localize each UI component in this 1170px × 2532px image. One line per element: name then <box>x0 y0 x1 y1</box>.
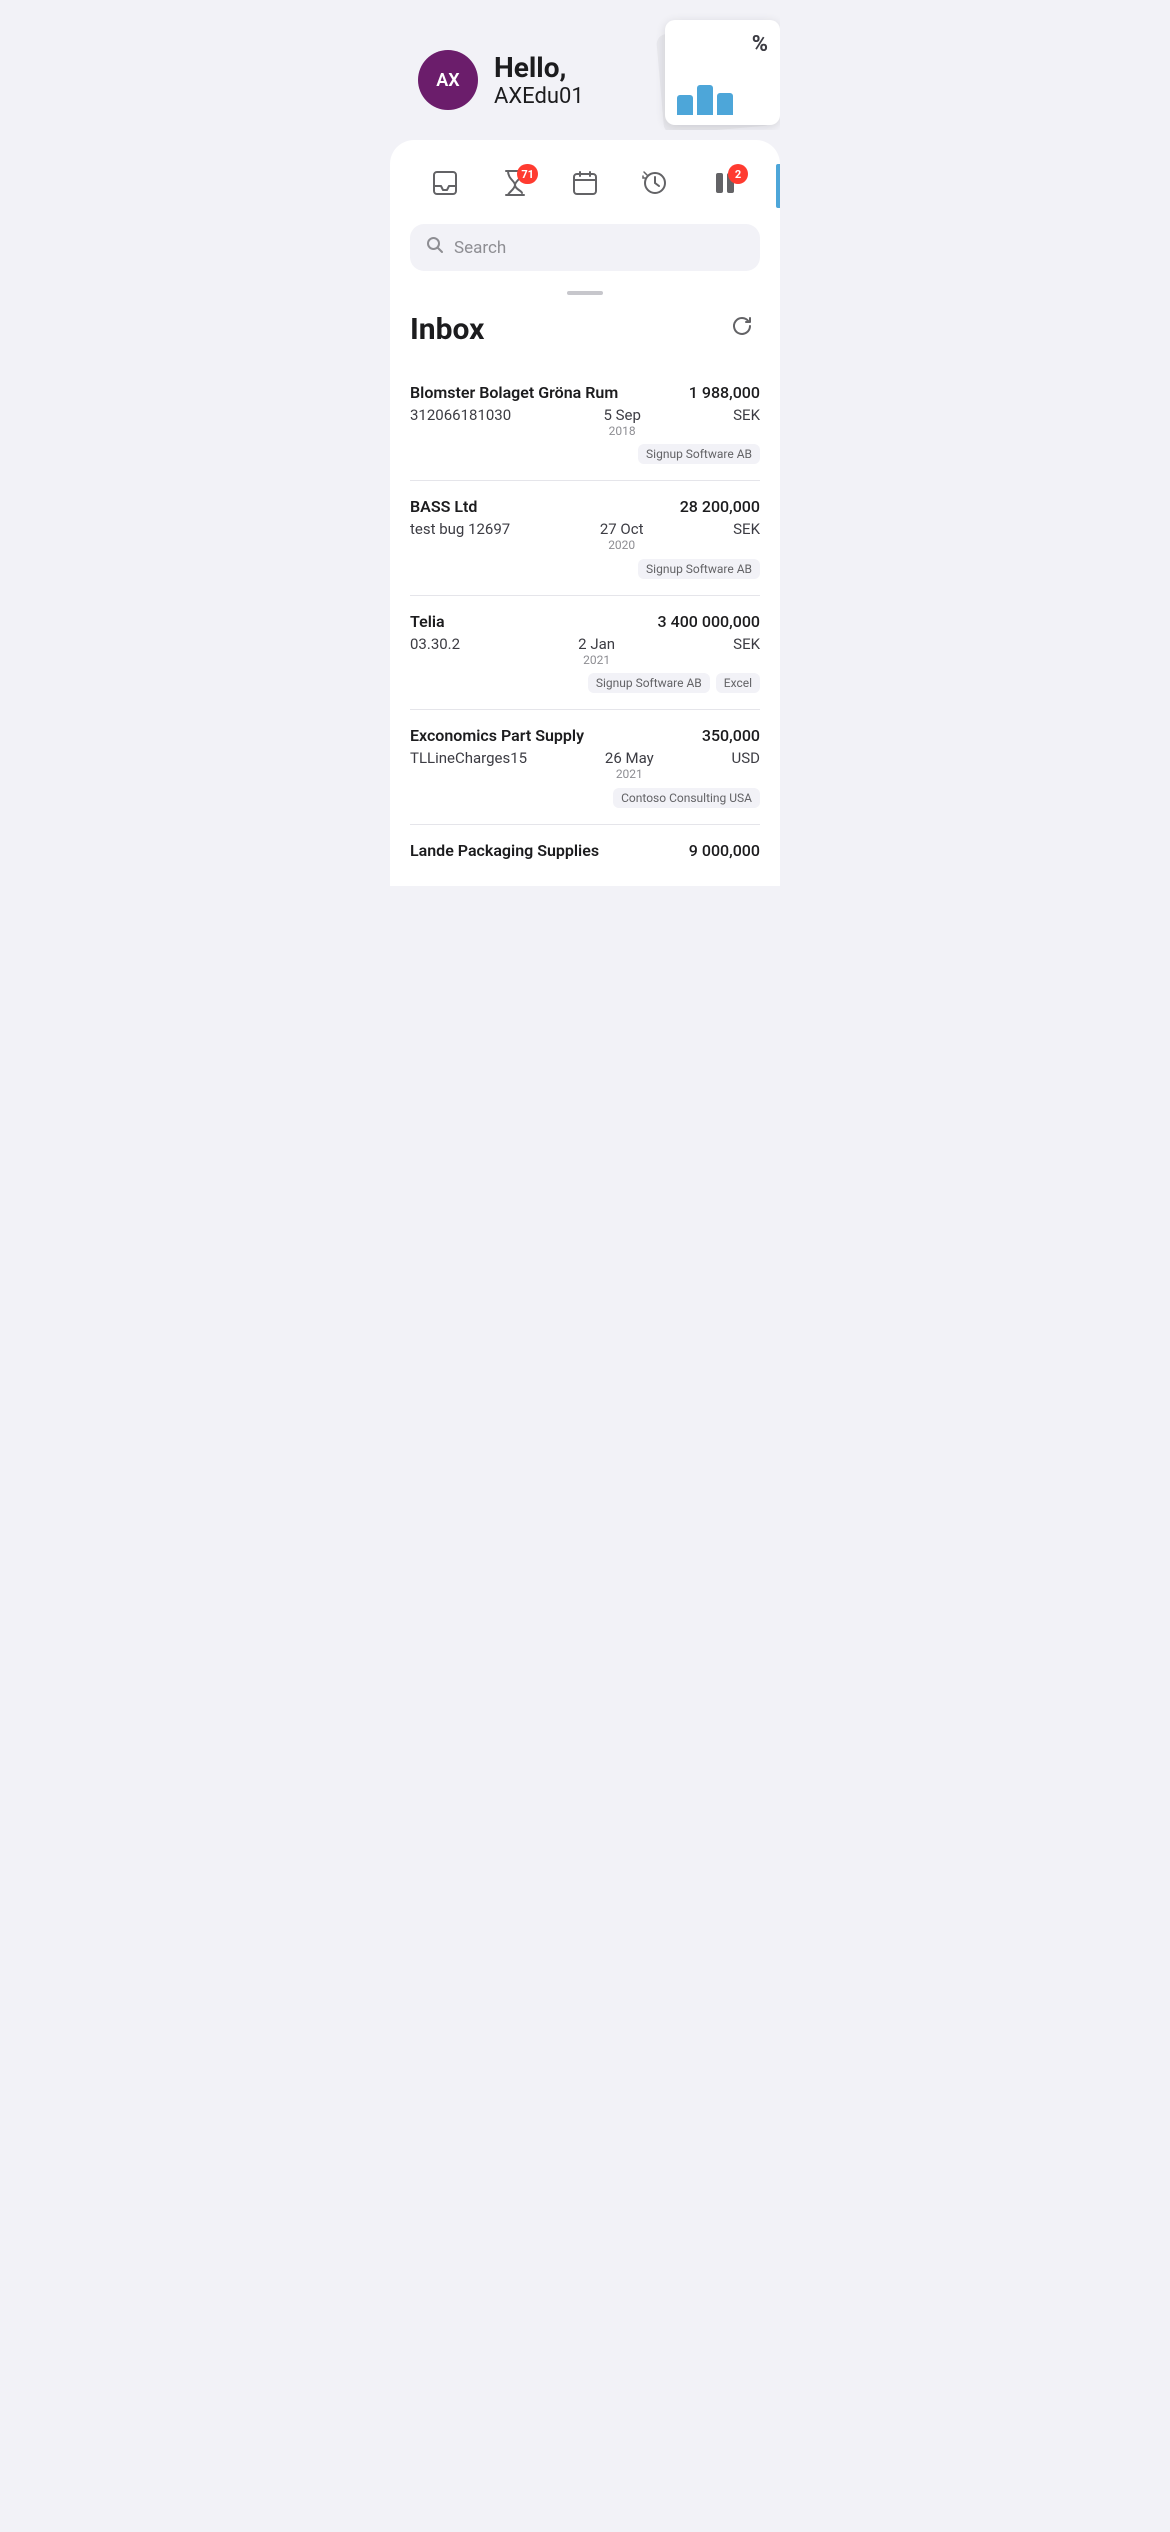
invoice-company: Exconomics Part Supply <box>410 726 702 745</box>
invoice-ref: TLLineCharges15 <box>410 749 527 767</box>
header-illustration: % <box>620 20 780 130</box>
greeting-block: Hello, AXEdu01 <box>494 51 584 110</box>
history-icon <box>642 170 668 203</box>
pending-badge: 71 <box>517 164 538 184</box>
tab-history[interactable] <box>630 164 680 208</box>
invoice-currency: SEK <box>733 406 760 424</box>
inbox-icon <box>431 169 459 204</box>
content-area: Inbox Blomster Bolaget Gröna Rum 1 988,0… <box>390 311 780 886</box>
invoice-amount: 9 000,000 <box>689 841 760 860</box>
avatar: AX <box>418 50 478 110</box>
invoice-row-1: Telia 3 400 000,000 <box>410 612 760 631</box>
invoice-company: Blomster Bolaget Gröna Rum <box>410 383 689 402</box>
doc-bar-2 <box>697 85 713 115</box>
invoice-date-block: 26 May 2021 <box>605 749 654 781</box>
invoice-item[interactable]: BASS Ltd 28 200,000 test bug 12697 27 Oc… <box>410 481 760 595</box>
invoice-item[interactable]: Exconomics Part Supply 350,000 TLLineCha… <box>410 710 760 824</box>
invoice-amount: 1 988,000 <box>689 383 760 402</box>
invoice-item[interactable]: Lande Packaging Supplies 9 000,000 <box>410 825 760 886</box>
invoice-amount: 28 200,000 <box>680 497 760 516</box>
doc-stack: % <box>620 20 780 130</box>
bottom-sheet: 71 <box>390 140 780 886</box>
doc-bar-3 <box>717 93 733 115</box>
invoice-item[interactable]: Telia 3 400 000,000 03.30.2 2 Jan 2021 S… <box>410 596 760 710</box>
doc-percent-label: % <box>677 32 768 57</box>
tab-pending[interactable]: 71 <box>490 164 540 208</box>
header: AX Hello, AXEdu01 % <box>390 0 780 130</box>
doc-bar-1 <box>677 95 693 115</box>
invoice-row-1: Lande Packaging Supplies 9 000,000 <box>410 841 760 860</box>
invoice-year: 2020 <box>608 538 635 552</box>
invoice-company: Telia <box>410 612 658 631</box>
invoice-year: 2021 <box>616 767 643 781</box>
invoice-amount: 3 400 000,000 <box>658 612 760 631</box>
invoice-row-1: BASS Ltd 28 200,000 <box>410 497 760 516</box>
tab-calendar[interactable] <box>560 164 610 208</box>
invoice-row-1: Exconomics Part Supply 350,000 <box>410 726 760 745</box>
greeting-name: AXEdu01 <box>494 84 584 109</box>
invoice-year: 2021 <box>583 653 610 667</box>
invoice-tags: Signup Software AB Excel <box>410 673 760 693</box>
invoice-row-2: test bug 12697 27 Oct 2020 SEK <box>410 520 760 552</box>
invoice-date-block: 5 Sep 2018 <box>603 406 640 438</box>
invoice-tag: Signup Software AB <box>638 444 760 464</box>
invoice-date: 26 May <box>605 749 654 767</box>
tab-bar: 71 <box>390 156 780 224</box>
refresh-button[interactable] <box>724 311 760 347</box>
search-icon <box>426 236 444 259</box>
invoice-currency: SEK <box>733 520 760 538</box>
invoice-tags: Signup Software AB <box>410 444 760 464</box>
invoice-list: Blomster Bolaget Gröna Rum 1 988,000 312… <box>410 367 760 886</box>
invoice-row-1: Blomster Bolaget Gröna Rum 1 988,000 <box>410 383 760 402</box>
search-container: Search <box>390 224 780 291</box>
invoice-date-block: 2 Jan 2021 <box>578 635 615 667</box>
invoice-item[interactable]: Blomster Bolaget Gröna Rum 1 988,000 312… <box>410 367 760 481</box>
inbox-header: Inbox <box>410 311 760 347</box>
invoice-tag: Signup Software AB <box>588 673 710 693</box>
pause-badge: 2 <box>728 164 748 184</box>
invoice-row-2: 312066181030 5 Sep 2018 SEK <box>410 406 760 438</box>
greeting-hello: Hello, <box>494 51 584 85</box>
invoice-date-block: 27 Oct 2020 <box>600 520 644 552</box>
doc-front: % <box>665 20 780 125</box>
invoice-year: 2018 <box>609 424 636 438</box>
invoice-currency: SEK <box>733 635 760 653</box>
tab-bar-indicator <box>776 164 780 208</box>
invoice-ref: test bug 12697 <box>410 520 510 538</box>
invoice-date: 5 Sep <box>603 406 640 424</box>
invoice-amount: 350,000 <box>702 726 760 745</box>
invoice-tags: Signup Software AB <box>410 559 760 579</box>
sheet-handle <box>567 291 603 295</box>
search-placeholder: Search <box>454 238 506 258</box>
invoice-date: 2 Jan <box>578 635 615 653</box>
header-left: AX Hello, AXEdu01 <box>418 50 584 110</box>
invoice-tag: Contoso Consulting USA <box>613 788 760 808</box>
tab-inbox[interactable] <box>420 164 470 208</box>
invoice-currency: USD <box>732 749 760 767</box>
calendar-icon <box>572 170 598 203</box>
tab-pause[interactable]: 2 <box>700 164 750 208</box>
refresh-icon <box>730 314 754 344</box>
doc-bars <box>677 85 768 115</box>
invoice-ref: 312066181030 <box>410 406 511 424</box>
invoice-company: Lande Packaging Supplies <box>410 841 689 860</box>
invoice-tag: Signup Software AB <box>638 559 760 579</box>
invoice-date: 27 Oct <box>600 520 644 538</box>
search-bar[interactable]: Search <box>410 224 760 271</box>
invoice-company: BASS Ltd <box>410 497 680 516</box>
invoice-ref: 03.30.2 <box>410 635 460 653</box>
inbox-title: Inbox <box>410 312 484 347</box>
invoice-tag: Excel <box>716 673 760 693</box>
invoice-row-2: TLLineCharges15 26 May 2021 USD <box>410 749 760 781</box>
invoice-row-2: 03.30.2 2 Jan 2021 SEK <box>410 635 760 667</box>
invoice-tags: Contoso Consulting USA <box>410 788 760 808</box>
